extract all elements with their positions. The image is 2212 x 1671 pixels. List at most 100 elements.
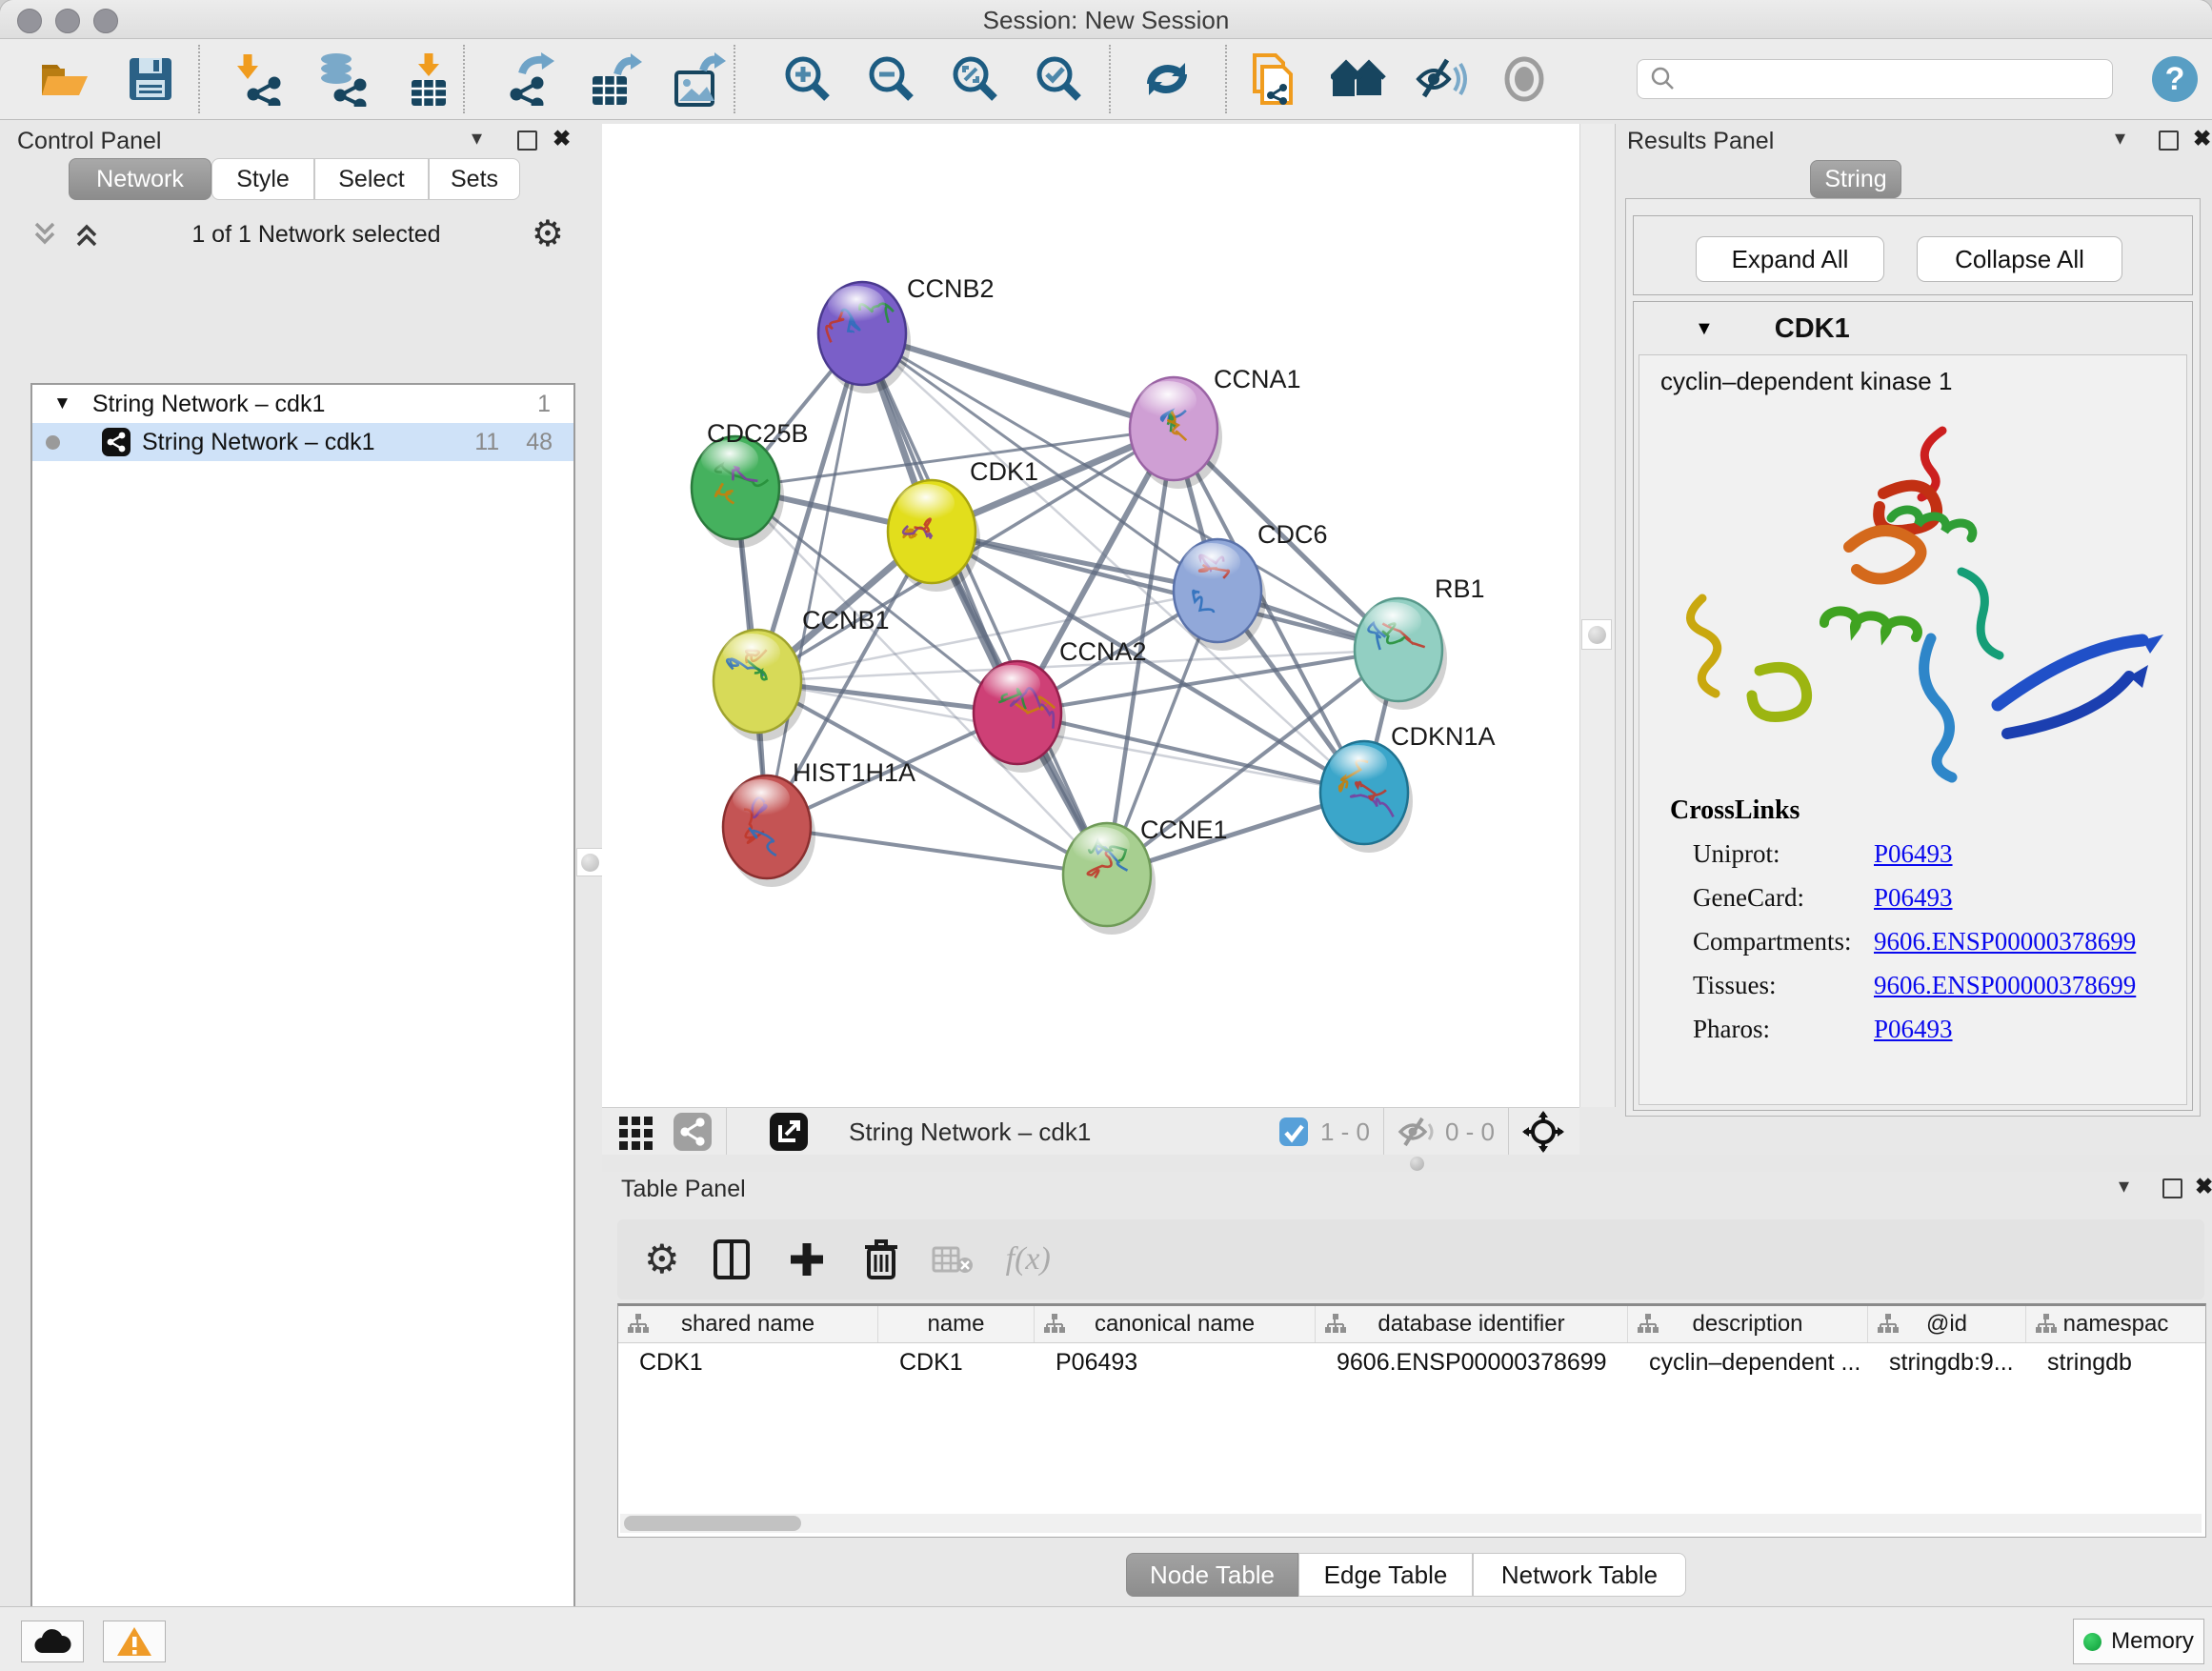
network-canvas[interactable]: CCNB2CCNA1CDC25BCDK1CDC6RB1CCNB1CCNA2CDK…: [602, 124, 1579, 1107]
detach-view-button[interactable]: [769, 1112, 809, 1152]
delete-trash-icon[interactable]: [863, 1238, 899, 1281]
network-node[interactable]: RB1: [1355, 574, 1485, 710]
show-all-button[interactable]: [1491, 49, 1558, 110]
column-header-canonical-name[interactable]: canonical name: [1035, 1306, 1316, 1342]
results-panel-close-button[interactable]: ✖: [2193, 126, 2211, 151]
expand-all-button[interactable]: Expand All: [1696, 236, 1884, 282]
entry-name: CDK1: [1775, 313, 1850, 345]
zoom-in-button[interactable]: [774, 49, 841, 110]
crosslink-link[interactable]: P06493: [1874, 1015, 1953, 1043]
results-panel-float-button[interactable]: [2159, 131, 2179, 151]
column-header-description[interactable]: description: [1628, 1306, 1868, 1342]
network-share-view-button[interactable]: [673, 1112, 713, 1152]
network-node[interactable]: CCNB1: [714, 606, 890, 741]
nodes-selected-checkbox[interactable]: [1278, 1117, 1309, 1147]
table-panel-menu-button[interactable]: ▾: [2119, 1174, 2129, 1198]
results-panel-menu-button[interactable]: ▾: [2115, 126, 2125, 151]
network-node[interactable]: HIST1H1A: [723, 758, 915, 887]
apply-layout-button[interactable]: [1134, 49, 1200, 110]
search-input[interactable]: [1683, 65, 2112, 93]
export-table-button[interactable]: [582, 49, 649, 110]
network-edge[interactable]: [757, 591, 1217, 681]
tab-network-table[interactable]: Network Table: [1473, 1553, 1686, 1597]
zoom-fit-button[interactable]: [942, 49, 1009, 110]
column-header-namespace[interactable]: namespac: [2026, 1306, 2205, 1342]
help-button[interactable]: ?: [2142, 49, 2208, 110]
open-session-button[interactable]: [31, 49, 98, 110]
right-splitter-handle[interactable]: [1581, 619, 1612, 650]
home-button[interactable]: [1325, 49, 1392, 110]
network-node[interactable]: CCNE1: [1063, 815, 1228, 935]
tab-string[interactable]: String: [1810, 160, 1901, 198]
entry-description: cyclin–dependent kinase 1: [1660, 367, 2186, 396]
zoom-out-button[interactable]: [858, 49, 925, 110]
control-panel-close-button[interactable]: ✖: [553, 126, 571, 151]
application-window: Session: New Session: [0, 0, 2212, 1671]
left-splitter-handle[interactable]: [576, 848, 603, 876]
import-network-file-button[interactable]: [226, 49, 292, 110]
control-panel-float-button[interactable]: [517, 131, 537, 151]
hide-selected-button[interactable]: [1408, 49, 1475, 110]
clone-network-button[interactable]: [1239, 49, 1306, 110]
tab-style[interactable]: Style: [211, 158, 314, 200]
main-toolbar: ?: [0, 39, 2212, 120]
zoom-fit-icon: [950, 53, 1001, 105]
tab-sets[interactable]: Sets: [429, 158, 520, 200]
tab-network[interactable]: Network: [69, 158, 211, 200]
result-entry-header[interactable]: ▼ CDK1: [1634, 302, 2192, 355]
export-network-button[interactable]: [496, 49, 563, 110]
memory-button[interactable]: Memory: [2073, 1619, 2204, 1664]
network-node[interactable]: CDC25B: [692, 419, 809, 548]
crosslink-link[interactable]: 9606.ENSP00000378699: [1874, 971, 2136, 999]
warnings-button[interactable]: [103, 1621, 166, 1662]
import-table-button[interactable]: [395, 49, 462, 110]
collapse-all-chevron-icon[interactable]: [30, 220, 59, 249]
network-node-label: CCNB2: [907, 274, 995, 303]
network-edge[interactable]: [767, 827, 1107, 875]
tab-select[interactable]: Select: [314, 158, 429, 200]
birdseye-crosshair-button[interactable]: [1522, 1111, 1564, 1153]
entry-collapse-icon[interactable]: ▼: [1695, 318, 1714, 340]
control-panel-menu-button[interactable]: ▾: [472, 126, 482, 151]
network-options-gear-icon[interactable]: ⚙: [532, 216, 564, 252]
network-tree-root-row[interactable]: ▼ String Network – cdk1 1: [32, 385, 573, 423]
network-edges: [735, 333, 1398, 875]
crosslink-link[interactable]: 9606.ENSP00000378699: [1874, 927, 2136, 956]
export-image-button[interactable]: [666, 49, 733, 110]
tab-edge-table[interactable]: Edge Table: [1298, 1553, 1473, 1597]
network-node[interactable]: CCNA2: [974, 637, 1147, 773]
save-session-button[interactable]: [117, 49, 184, 110]
hidden-eye-icon[interactable]: [1398, 1116, 1436, 1148]
import-network-database-button[interactable]: [310, 49, 376, 110]
table-panel-close-button[interactable]: ✖: [2195, 1174, 2212, 1199]
network-edge[interactable]: [862, 333, 1107, 875]
cell-description: cyclin–dependent ...: [1628, 1343, 1868, 1381]
tree-expand-icon[interactable]: ▼: [53, 393, 71, 414]
bottom-splitter-handle[interactable]: [1410, 1157, 1424, 1171]
table-options-gear-icon[interactable]: ⚙: [644, 1239, 680, 1279]
scrollbar-thumb[interactable]: [624, 1516, 801, 1531]
column-header-database-identifier[interactable]: database identifier: [1316, 1306, 1628, 1342]
show-eye-icon: [1500, 55, 1548, 103]
table-row[interactable]: CDK1 CDK1 P06493 9606.ENSP00000378699 cy…: [618, 1343, 2205, 1381]
network-tree-child-row[interactable]: String Network – cdk1 11 48: [32, 423, 573, 461]
column-header-name[interactable]: name: [878, 1306, 1035, 1342]
expand-all-chevron-icon[interactable]: [72, 220, 101, 249]
zoom-selected-button[interactable]: [1026, 49, 1093, 110]
column-header-id[interactable]: @id: [1868, 1306, 2026, 1342]
column-header-shared-name[interactable]: shared name: [618, 1306, 878, 1342]
collapse-all-button[interactable]: Collapse All: [1917, 236, 2122, 282]
grid-view-button[interactable]: [617, 1113, 655, 1151]
network-node[interactable]: CCNB2: [818, 274, 995, 393]
svg-text:?: ?: [2165, 61, 2185, 97]
crosslink-link[interactable]: P06493: [1874, 883, 1953, 912]
add-column-icon[interactable]: [787, 1239, 827, 1279]
network-node[interactable]: CDC6: [1174, 520, 1328, 651]
network-node[interactable]: CDKN1A: [1320, 722, 1496, 853]
cloud-status-button[interactable]: [21, 1621, 84, 1662]
table-panel-float-button[interactable]: [2162, 1178, 2182, 1198]
tab-node-table[interactable]: Node Table: [1126, 1553, 1298, 1597]
network-edge[interactable]: [767, 333, 862, 827]
crosslink-link[interactable]: P06493: [1874, 839, 1953, 868]
columns-icon[interactable]: [713, 1238, 751, 1280]
